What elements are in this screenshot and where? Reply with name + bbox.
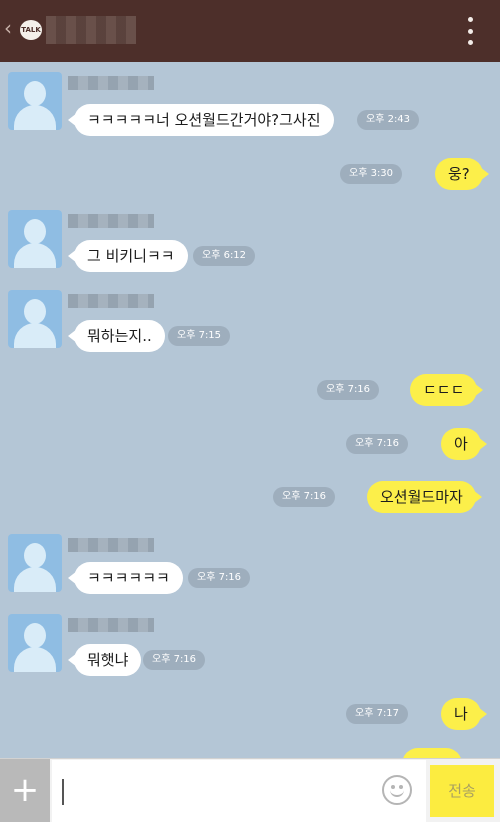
- avatar[interactable]: [8, 614, 62, 672]
- message-bubble-outgoing[interactable]: ㄷㄷㄷ: [410, 374, 484, 406]
- message-time: 오후 3:30: [340, 164, 403, 184]
- avatar[interactable]: [8, 290, 62, 348]
- message-time: 오후 7:16: [143, 650, 206, 670]
- message-bubble-incoming[interactable]: 그 비키니ㅋㅋ: [68, 240, 188, 272]
- message-bubble-outgoing[interactable]: 오션월드마자: [367, 481, 482, 513]
- more-menu-icon[interactable]: [468, 17, 474, 45]
- message-bubble-partial[interactable]: [402, 748, 468, 758]
- send-button[interactable]: 전송: [430, 765, 494, 817]
- sender-name-blurred: [68, 618, 154, 632]
- message-time: 오후 7:17: [346, 704, 409, 724]
- message-bubble-outgoing[interactable]: 나: [441, 698, 487, 730]
- sender-name-blurred: [68, 76, 154, 90]
- sender-name-blurred: [68, 538, 154, 552]
- message-bubble-incoming[interactable]: 뭐하는지..: [68, 320, 165, 352]
- sender-name-blurred: [68, 214, 154, 228]
- message-bubble-incoming[interactable]: ㅋㅋㅋㅋㅋ너 오션월드간거야?그사진: [68, 104, 334, 136]
- message-bubble-outgoing[interactable]: 아: [441, 428, 487, 460]
- text-cursor: [62, 779, 64, 805]
- message-time: 오후 7:16: [317, 380, 380, 400]
- avatar[interactable]: [8, 534, 62, 592]
- message-input-bar: + 전송: [0, 758, 500, 822]
- message-time: 오후 6:12: [193, 246, 256, 266]
- top-bar: ‹ TALK: [0, 0, 500, 62]
- sender-name-blurred: [68, 294, 154, 308]
- avatar[interactable]: [8, 72, 62, 130]
- attach-plus-button[interactable]: +: [0, 759, 50, 822]
- avatar[interactable]: [8, 210, 62, 268]
- chat-area[interactable]: ㅋㅋㅋㅋㅋ너 오션월드간거야?그사진 오후 2:43 오후 3:30 웅? 그 …: [0, 62, 500, 758]
- back-chevron-icon[interactable]: ‹: [4, 16, 12, 40]
- message-bubble-incoming[interactable]: 뭐햇냐: [67, 644, 142, 676]
- emoji-smiley-icon[interactable]: [382, 775, 412, 805]
- message-time: 오후 7:15: [168, 326, 231, 346]
- message-bubble-outgoing[interactable]: 웅?: [435, 158, 489, 190]
- message-time: 오후 2:43: [357, 110, 420, 130]
- message-time: 오후 7:16: [273, 487, 336, 507]
- message-time: 오후 7:16: [188, 568, 251, 588]
- chat-title-blurred: [46, 16, 136, 44]
- message-time: 오후 7:16: [346, 434, 409, 454]
- message-input[interactable]: [52, 760, 426, 822]
- kakaotalk-logo-icon: TALK: [20, 20, 42, 40]
- message-bubble-incoming[interactable]: ㅋㅋㅋㅋㅋㅋ: [68, 562, 183, 594]
